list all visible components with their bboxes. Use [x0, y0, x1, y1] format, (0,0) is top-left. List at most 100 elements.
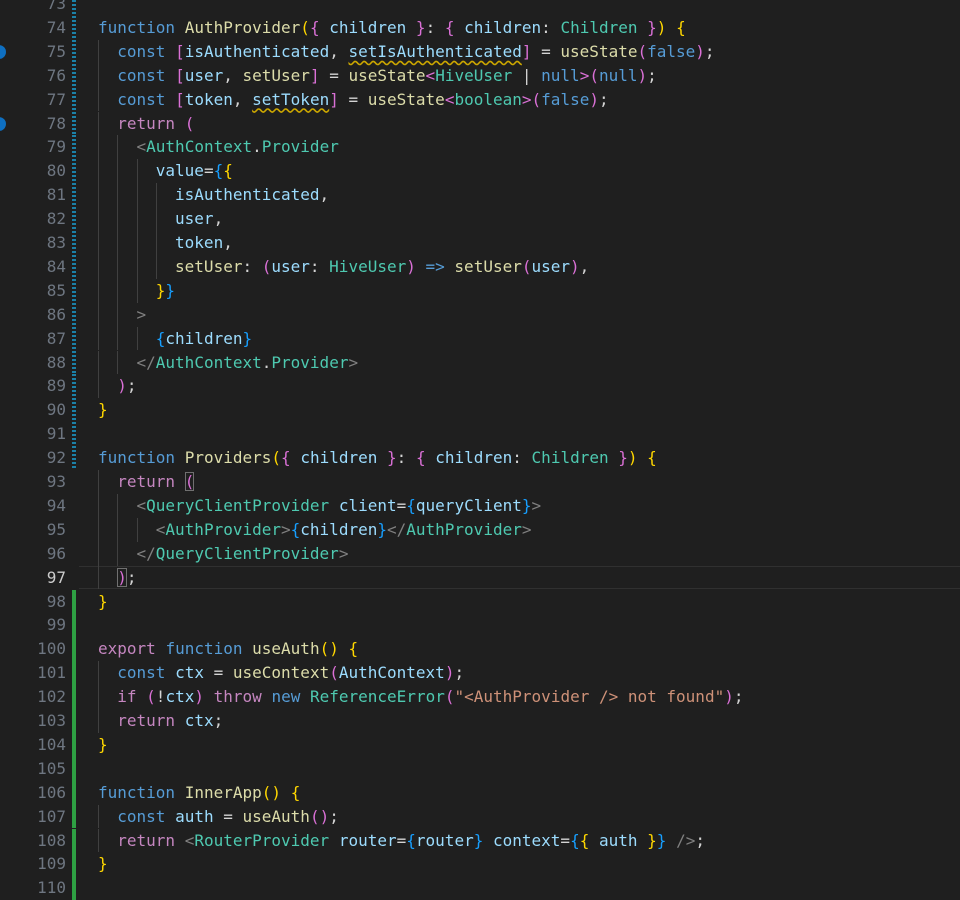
git-modified-indicator[interactable]	[72, 374, 76, 399]
git-modified-indicator[interactable]	[72, 87, 76, 112]
code-line-content[interactable]: export function useAuth() {	[79, 637, 960, 661]
code-line-content[interactable]: >	[79, 302, 960, 327]
code-line[interactable]: 88 </AuthContext.Provider>	[0, 350, 960, 375]
git-added-indicator[interactable]	[72, 637, 76, 662]
code-line[interactable]: 83 token,	[0, 231, 960, 255]
code-line-content[interactable]: </QueryClientProvider>	[79, 541, 960, 566]
code-line-content[interactable]: token,	[79, 231, 960, 255]
git-modified-indicator[interactable]	[72, 302, 76, 327]
code-line[interactable]: 95 <AuthProvider>{children}</AuthProvider…	[0, 517, 960, 542]
code-line-content[interactable]: }	[79, 590, 960, 614]
git-added-indicator[interactable]	[72, 804, 76, 829]
git-modified-indicator[interactable]	[72, 398, 76, 423]
git-added-indicator[interactable]	[72, 613, 76, 638]
git-added-indicator[interactable]	[72, 685, 76, 709]
code-line-content[interactable]: );	[79, 565, 960, 590]
code-line[interactable]: 96 </QueryClientProvider>	[0, 541, 960, 566]
code-line-content[interactable]: <AuthProvider>{children}</AuthProvider>	[79, 517, 960, 542]
code-line-content[interactable]: setUser: (user: HiveUser) => setUser(use…	[79, 254, 960, 279]
code-line-content[interactable]: return (	[79, 111, 960, 136]
code-line[interactable]: 79 <AuthContext.Provider	[0, 135, 960, 160]
code-line[interactable]: 108 return <RouterProvider router={router…	[0, 828, 960, 853]
git-modified-indicator[interactable]	[72, 63, 76, 88]
code-line[interactable]: 97);	[0, 565, 960, 590]
git-modified-indicator[interactable]	[72, 183, 76, 208]
git-added-indicator[interactable]	[72, 661, 76, 686]
code-line[interactable]: 77 const [token, setToken] = useState<boo…	[0, 87, 960, 112]
git-added-indicator[interactable]	[72, 589, 76, 614]
git-modified-indicator[interactable]	[72, 254, 76, 279]
code-line-content[interactable]: }	[79, 852, 960, 876]
code-line-content[interactable]: const ctx = useContext(AuthContext);	[79, 661, 960, 686]
code-line-content[interactable]: }}	[79, 278, 960, 303]
git-modified-indicator[interactable]	[72, 231, 76, 255]
code-line-content[interactable]	[79, 422, 960, 446]
code-line-content[interactable]: return ctx;	[79, 709, 960, 733]
code-line[interactable]: 82 user,	[0, 207, 960, 231]
code-line[interactable]: 102 if (!ctx) throw new ReferenceError("<…	[0, 685, 960, 709]
code-line-content[interactable]	[79, 876, 960, 900]
git-modified-indicator[interactable]	[72, 350, 76, 375]
code-line[interactable]: 90}	[0, 398, 960, 423]
code-line[interactable]: 105	[0, 756, 960, 781]
code-line[interactable]: 92 function Providers({ children }: { chi…	[0, 446, 960, 470]
code-line[interactable]: 89);	[0, 374, 960, 399]
git-modified-indicator[interactable]	[72, 278, 76, 303]
git-added-indicator[interactable]	[72, 876, 76, 900]
code-line[interactable]: 73	[0, 0, 960, 16]
code-line-content[interactable]: </AuthContext.Provider>	[79, 350, 960, 375]
git-modified-indicator[interactable]	[72, 207, 76, 231]
git-modified-indicator[interactable]	[72, 111, 76, 136]
code-line[interactable]: 94 <QueryClientProvider client={queryClie…	[0, 493, 960, 518]
code-line[interactable]: 81 isAuthenticated,	[0, 183, 960, 208]
git-added-indicator[interactable]	[72, 756, 76, 781]
code-line[interactable]: 103 return ctx;	[0, 709, 960, 733]
code-line[interactable]: 98}	[0, 589, 960, 614]
code-line[interactable]: 91	[0, 422, 960, 447]
git-modified-indicator[interactable]	[72, 39, 76, 64]
code-line[interactable]: 110	[0, 876, 960, 900]
code-line[interactable]: 75 const [isAuthenticated, setIsAuthentic…	[0, 39, 960, 64]
code-line-content[interactable]: const auth = useAuth();	[79, 804, 960, 829]
code-line-content[interactable]: );	[79, 374, 960, 399]
code-line-content[interactable]: const [isAuthenticated, setIsAuthenticat…	[79, 39, 960, 64]
git-modified-indicator[interactable]	[72, 446, 76, 470]
code-line[interactable]: 80 value={{	[0, 159, 960, 184]
code-line-content[interactable]: function Providers({ children }: { child…	[79, 446, 960, 470]
code-line[interactable]: 84 setUser: (user: HiveUser) => setUser(u…	[0, 254, 960, 279]
code-line-content[interactable]: <AuthContext.Provider	[79, 135, 960, 160]
code-line[interactable]: 101 const ctx = useContext(AuthContext);	[0, 661, 960, 686]
code-line[interactable]: 86 >	[0, 302, 960, 327]
code-line[interactable]: 109}	[0, 852, 960, 877]
code-line-content[interactable]: user,	[79, 207, 960, 231]
git-added-indicator[interactable]	[72, 852, 76, 877]
code-line[interactable]: 106 function InnerApp() {	[0, 780, 960, 805]
code-line-content[interactable]: function InnerApp() {	[79, 781, 960, 805]
git-modified-indicator[interactable]	[72, 326, 76, 351]
git-added-indicator[interactable]	[72, 780, 76, 805]
code-line[interactable]: 107 const auth = useAuth();	[0, 804, 960, 829]
code-line[interactable]: 74 function AuthProvider({ children }: { …	[0, 15, 960, 40]
code-line-content[interactable]: return <RouterProvider router={router} c…	[79, 828, 960, 853]
code-line-content[interactable]: if (!ctx) throw new ReferenceError("<Aut…	[79, 685, 960, 709]
code-line-content[interactable]: }	[79, 398, 960, 422]
code-line[interactable]: 87 {children}	[0, 326, 960, 351]
code-line[interactable]: 99	[0, 613, 960, 638]
git-modified-indicator[interactable]	[72, 422, 76, 447]
git-modified-indicator[interactable]	[72, 15, 76, 40]
code-line[interactable]: 104}	[0, 732, 960, 757]
git-modified-indicator[interactable]	[72, 135, 76, 160]
code-line-content[interactable]: function AuthProvider({ children }: { ch…	[79, 16, 960, 40]
code-line[interactable]: 76 const [user, setUser] = useState<HiveU…	[0, 63, 960, 88]
git-added-indicator[interactable]	[72, 828, 76, 853]
git-added-indicator[interactable]	[72, 732, 76, 757]
git-modified-indicator[interactable]	[72, 0, 76, 16]
code-line-content[interactable]: {children}	[79, 326, 960, 351]
git-added-indicator[interactable]	[72, 709, 76, 733]
code-line-content[interactable]: value={{	[79, 159, 960, 184]
git-modified-indicator[interactable]	[72, 159, 76, 184]
code-line[interactable]: 85}}	[0, 278, 960, 303]
code-line-content[interactable]: }	[79, 733, 960, 757]
code-editor[interactable]: 73 74 function AuthProvider({ children }: …	[0, 0, 960, 900]
code-line-content[interactable]: return (	[79, 470, 960, 494]
